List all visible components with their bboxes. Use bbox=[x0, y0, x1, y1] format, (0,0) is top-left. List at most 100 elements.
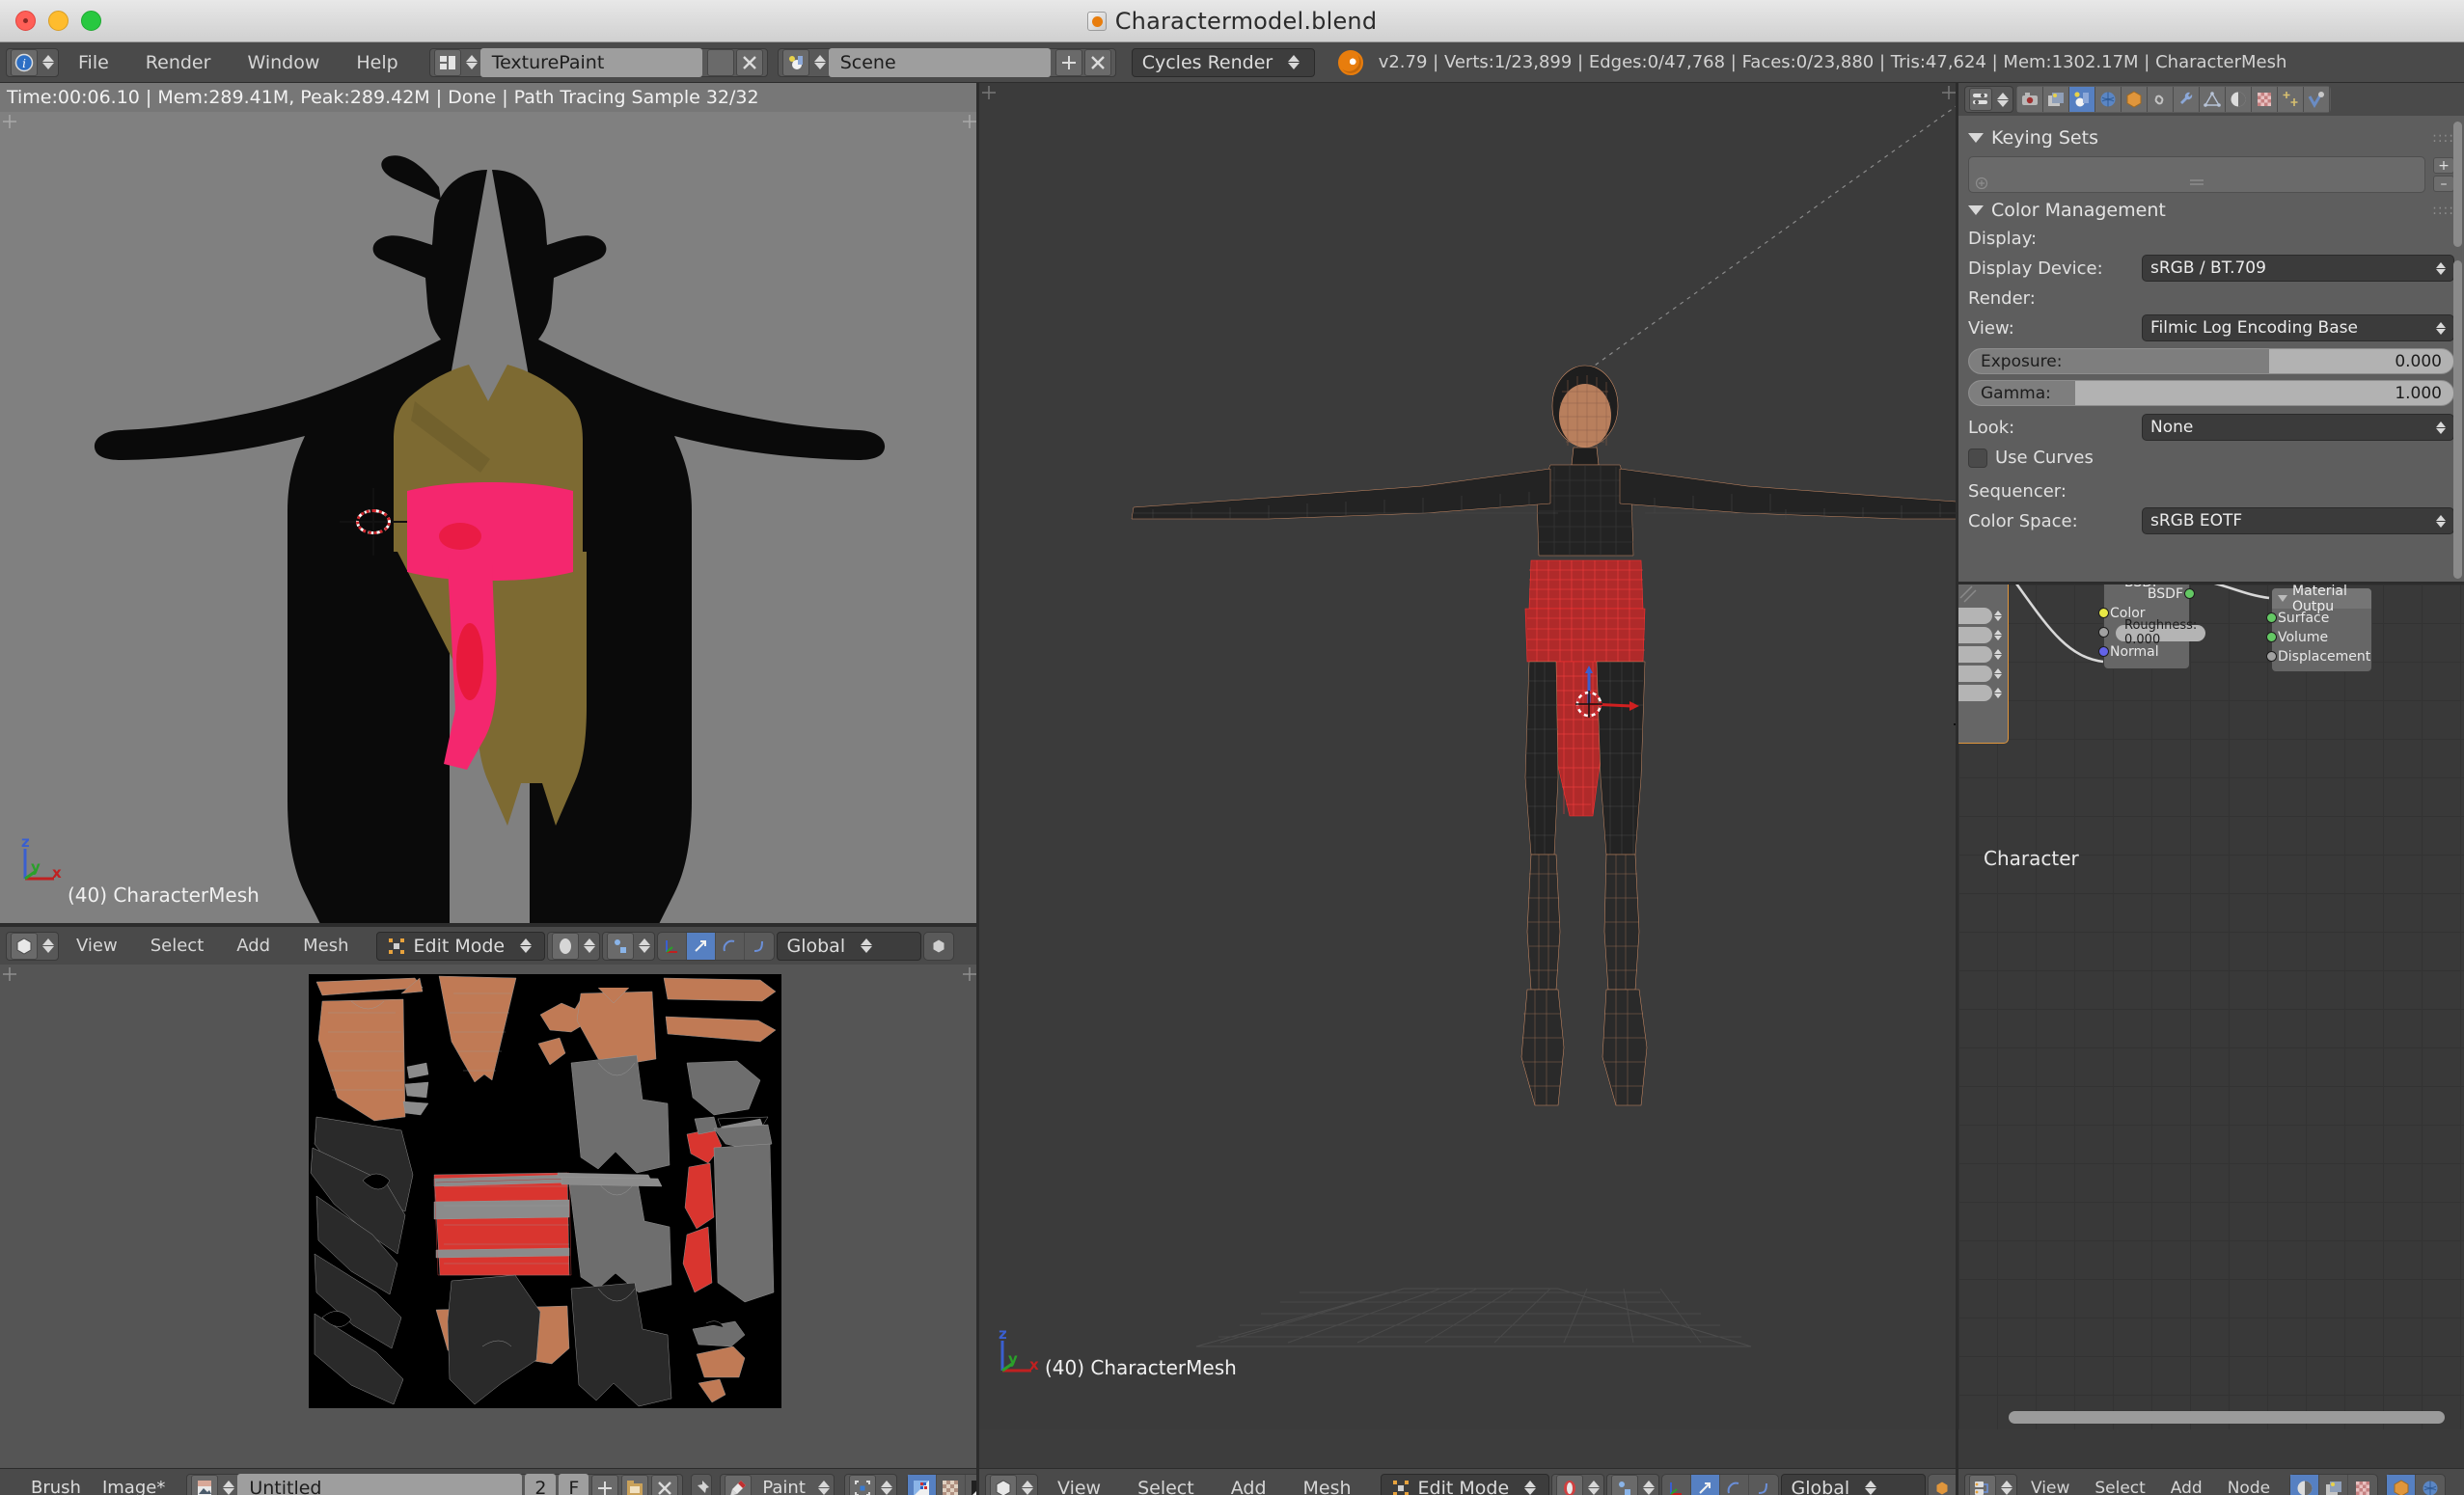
diffuse-bsdf-node[interactable]: Diffuse BSDF BSDF Color Roughness: 0.000… bbox=[2098, 584, 2206, 669]
scale-manipulator-icon[interactable] bbox=[745, 933, 774, 960]
node-pane-corner-handle[interactable] bbox=[1959, 585, 1977, 603]
image-name-field[interactable]: Untitled bbox=[237, 1473, 523, 1495]
properties-body[interactable]: Keying Sets :::: + – Color Management ::… bbox=[1958, 116, 2464, 584]
viewport-snap-selector[interactable] bbox=[1605, 1473, 1659, 1495]
keying-sets-remove-button[interactable]: – bbox=[2433, 176, 2454, 192]
manipulator-toggle-icon[interactable] bbox=[658, 932, 687, 960]
material-output-input-surface[interactable]: Surface bbox=[2266, 609, 2371, 628]
uv-editor-type-selector[interactable] bbox=[6, 931, 59, 961]
uv-texture-atlas-image[interactable] bbox=[309, 974, 781, 1408]
image-fake-user-toggle[interactable]: F bbox=[559, 1473, 589, 1495]
view-transform-dropdown[interactable]: Filmic Log Encoding Base bbox=[2142, 314, 2454, 341]
world-context-icon[interactable] bbox=[2416, 1475, 2445, 1495]
image-new-button[interactable] bbox=[591, 1474, 619, 1495]
image-datablock-selector[interactable]: Untitled 2 F bbox=[186, 1473, 684, 1495]
pivot-selector[interactable] bbox=[843, 1473, 897, 1495]
uv-corner-handle-tl[interactable] bbox=[2, 966, 17, 982]
properties-tab-texture[interactable] bbox=[2252, 87, 2278, 112]
pane-divider-horizontal-1[interactable] bbox=[0, 923, 976, 926]
render-engine-selector[interactable]: Cycles Render bbox=[1131, 47, 1315, 77]
node-menu-view[interactable]: View bbox=[2019, 1474, 2081, 1495]
menu-help[interactable]: Help bbox=[339, 48, 415, 77]
color-management-section-header[interactable]: Color Management :::: bbox=[1968, 200, 2454, 221]
translate-manipulator-icon[interactable] bbox=[686, 932, 716, 960]
image-texture-node[interactable]: ure Color Alpha bbox=[1958, 584, 2009, 744]
viewport-menu-mesh[interactable]: Mesh bbox=[1286, 1474, 1369, 1495]
viewport-transform-orientation-selector[interactable]: Global bbox=[1780, 1473, 1926, 1495]
gamma-slider[interactable]: Gamma: 1.000 bbox=[1968, 380, 2454, 406]
menu-window[interactable]: Window bbox=[230, 48, 337, 77]
keying-sets-section-header[interactable]: Keying Sets :::: bbox=[1968, 127, 2454, 149]
node-editor-horizontal-scrollbar[interactable] bbox=[2009, 1411, 2445, 1424]
view-transform-row[interactable]: View: Filmic Log Encoding Base bbox=[1968, 314, 2454, 341]
viewport-scale-manipulator-icon[interactable] bbox=[1749, 1475, 1778, 1495]
uv-interaction-mode-selector[interactable]: Edit Mode bbox=[375, 931, 545, 961]
color-space-dropdown[interactable]: sRGB EOTF bbox=[2142, 507, 2454, 534]
uv-menu-view[interactable]: View bbox=[61, 932, 133, 961]
color-space-row[interactable]: Color Space: sRGB EOTF bbox=[1968, 507, 2454, 534]
material-shader-icon[interactable] bbox=[2290, 1474, 2320, 1495]
add-screen-layout-button[interactable]: plus-icon bbox=[706, 48, 734, 76]
pane-divider-vertical-1[interactable] bbox=[976, 83, 979, 1495]
keying-sets-row[interactable]: + – bbox=[1968, 156, 2454, 193]
editor-type-selector-info[interactable]: i bbox=[6, 47, 59, 77]
uv-manipulator-group[interactable] bbox=[656, 931, 775, 961]
paint-mode-selector[interactable]: Paint bbox=[720, 1473, 835, 1495]
node-editor-type-selector[interactable] bbox=[1964, 1473, 2017, 1495]
3d-viewport-canvas[interactable]: User Persp bbox=[979, 83, 1958, 1429]
viewport-manipulator-toggle-icon[interactable] bbox=[1662, 1474, 1691, 1495]
diffuse-color-input-socket[interactable] bbox=[2098, 608, 2109, 618]
image-texture-field-4[interactable] bbox=[1958, 664, 2008, 683]
node-menu-add[interactable]: Add bbox=[2159, 1474, 2214, 1495]
menu-render[interactable]: Render bbox=[128, 48, 229, 77]
pane-divider-horizontal-2[interactable] bbox=[1958, 582, 2464, 584]
diffuse-bsdf-input-roughness[interactable]: Roughness: 0.000 bbox=[2098, 618, 2206, 647]
properties-tab-render-layers[interactable] bbox=[2043, 87, 2069, 112]
viewport-corner-handle-tr[interactable] bbox=[1941, 85, 1957, 100]
image-texture-field-2[interactable] bbox=[1958, 625, 2008, 644]
pane-corner-handle-tl[interactable] bbox=[2, 114, 17, 129]
node-collapse-triangle-icon-out[interactable] bbox=[2278, 595, 2287, 602]
image-open-button[interactable] bbox=[621, 1474, 649, 1495]
color-display-icon[interactable] bbox=[907, 1474, 937, 1495]
scene-name[interactable]: Scene bbox=[828, 47, 1051, 77]
delete-screen-layout-button[interactable] bbox=[735, 48, 763, 76]
uv-layer-toggle-group[interactable] bbox=[922, 931, 954, 961]
node-menu-select[interactable]: Select bbox=[2083, 1474, 2156, 1495]
properties-editor-type-selector[interactable] bbox=[1964, 86, 2013, 113]
shader-context-group[interactable] bbox=[2386, 1473, 2447, 1495]
viewport-menu-add[interactable]: Add bbox=[1214, 1474, 1284, 1495]
viewport-corner-handle-tl[interactable] bbox=[981, 85, 997, 100]
image-users-count[interactable]: 2 bbox=[525, 1473, 557, 1495]
properties-tab-data[interactable] bbox=[2200, 87, 2226, 112]
diffuse-roughness-field[interactable]: Roughness: 0.000 bbox=[2116, 618, 2206, 647]
lamp-shader-icon[interactable] bbox=[2319, 1474, 2349, 1495]
image-texture-field-1[interactable] bbox=[1958, 606, 2008, 625]
menu-file[interactable]: File bbox=[61, 48, 126, 77]
look-dropdown[interactable]: None bbox=[2142, 414, 2454, 441]
viewport-rotate-manipulator-icon[interactable] bbox=[1720, 1474, 1749, 1495]
add-scene-button[interactable] bbox=[1054, 48, 1082, 76]
alpha-display-icon[interactable] bbox=[937, 1474, 966, 1495]
uv-menu-mesh[interactable]: Mesh bbox=[287, 932, 364, 961]
keying-sets-add-button[interactable]: + bbox=[2433, 157, 2454, 174]
diffuse-bsdf-output-bsdf[interactable]: BSDF bbox=[2104, 584, 2195, 604]
keying-sets-add-remove[interactable]: + – bbox=[2433, 157, 2454, 192]
viewport-layer-toggle-icon-1[interactable] bbox=[1929, 1474, 1958, 1495]
screen-layout-name[interactable]: TexturePaint bbox=[479, 47, 702, 77]
diffuse-normal-input-socket[interactable] bbox=[2098, 646, 2109, 657]
display-device-dropdown[interactable]: sRGB / BT.709 bbox=[2142, 255, 2454, 282]
properties-tab-modifiers[interactable] bbox=[2174, 87, 2200, 112]
display-device-row[interactable]: Display Device: sRGB / BT.709 bbox=[1968, 255, 2454, 282]
material-output-node-header[interactable]: Material Outpu bbox=[2272, 584, 2371, 614]
render-canvas[interactable]: z y x (40) CharacterMesh bbox=[0, 112, 979, 926]
keying-sets-listbox[interactable] bbox=[1968, 156, 2425, 193]
node-canvas[interactable]: ure Color Alpha bbox=[1958, 584, 2464, 1429]
viewport-translate-manipulator-icon[interactable] bbox=[1690, 1474, 1720, 1495]
properties-vertical-scrollbar[interactable] bbox=[2453, 122, 2462, 247]
properties-tab-row[interactable] bbox=[2016, 86, 2331, 113]
rotate-manipulator-icon[interactable] bbox=[716, 932, 745, 960]
viewport-manipulator-group[interactable] bbox=[1660, 1473, 1779, 1495]
pane-corner-handle-tr[interactable] bbox=[962, 114, 977, 129]
diffuse-bsdf-input-normal[interactable]: Normal bbox=[2098, 642, 2189, 662]
